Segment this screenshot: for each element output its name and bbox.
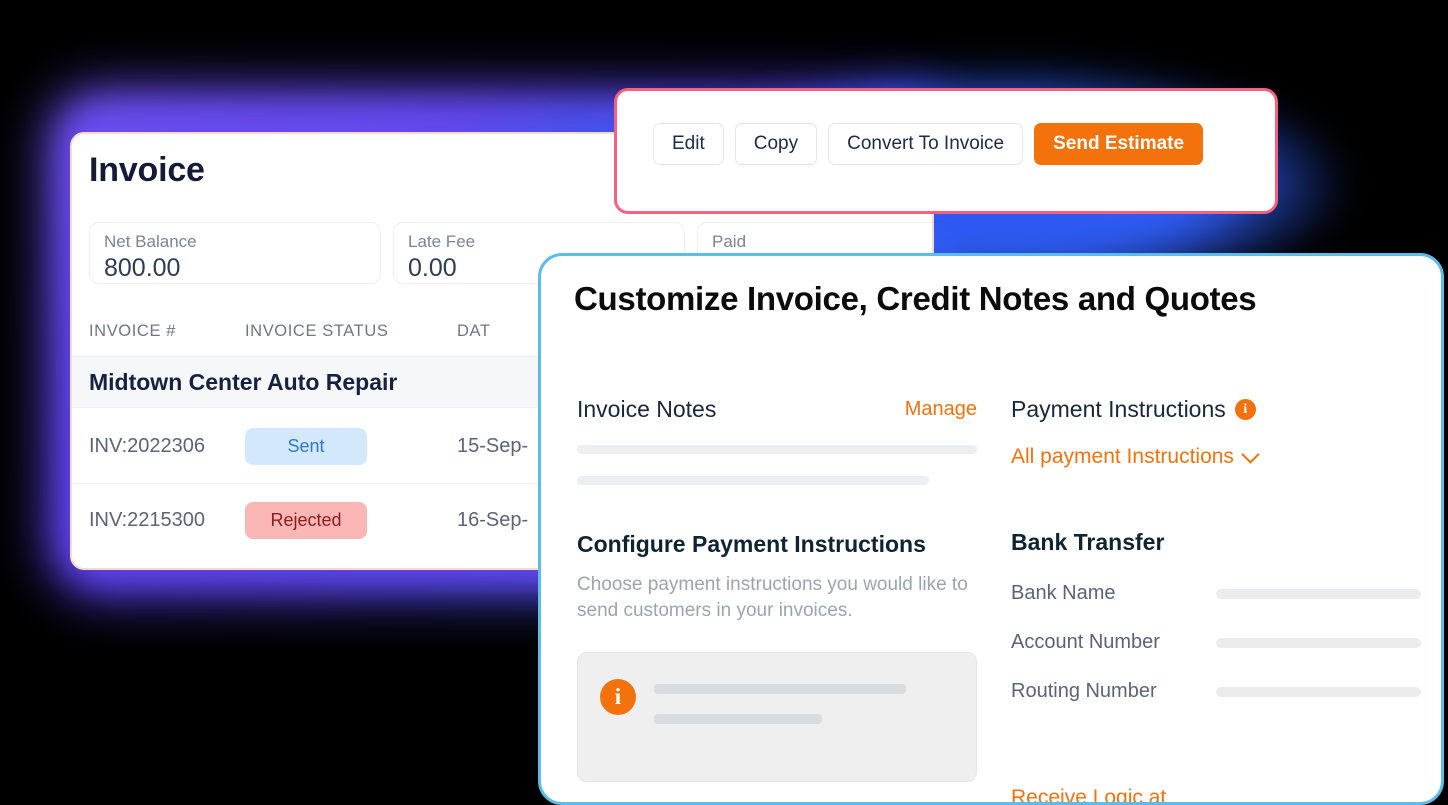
info-icon[interactable]: i [1234,399,1256,420]
panel-bottom-link[interactable]: Receive Logic at [1011,786,1166,802]
convert-to-invoice-button[interactable]: Convert To Invoice [828,123,1024,165]
payment-instructions-title: Payment Instructions [1011,396,1226,422]
status-badge: Sent [245,427,367,465]
copy-button[interactable]: Copy [734,123,818,165]
payment-instructions-select[interactable]: All payment Instructions [1011,444,1421,469]
invoice-notes-title: Invoice Notes [577,396,717,422]
column-header-invoice-number: INVOICE # [89,321,177,340]
chevron-down-icon [1241,444,1260,464]
screenshot-stage: Invoice Net Balance 800.00 Late Fee 0.00… [0,0,1448,805]
panel-left-column: Invoice Notes Manage Configure Payment I… [577,396,977,782]
bank-field-row: Routing Number [1011,680,1421,703]
cell-invoice-number: INV:2215300 [89,509,206,531]
stat-label: Paid [712,232,747,251]
payment-instructions-header: Payment Instructions i [1011,396,1421,423]
stat-value: 800.00 [104,254,181,282]
cell-invoice-number: INV:2022306 [89,434,206,457]
status-badge: Rejected [245,502,367,539]
skeleton-line [654,684,906,694]
bank-name-label: Bank Name [1011,582,1116,604]
payment-instructions-selected-value: All payment Instructions [1011,445,1234,468]
panel-title: Customize Invoice, Credit Notes and Quot… [574,280,1257,317]
panel-right-column: Payment Instructions i All payment Instr… [1011,396,1421,703]
stat-label: Late Fee [408,232,476,251]
group-label: Midtown Center Auto Repair [89,368,398,395]
configure-payment-instructions-title: Configure Payment Instructions [577,531,926,557]
invoice-action-bar: Edit Copy Convert To Invoice Send Estima… [614,88,1278,214]
payment-instruction-info-card: i [577,652,977,782]
send-estimate-button[interactable]: Send Estimate [1034,123,1204,165]
edit-button[interactable]: Edit [653,123,724,165]
page-title: Invoice [89,151,205,189]
routing-number-label: Routing Number [1011,680,1157,702]
cell-invoice-status: Sent [245,427,457,465]
cell-invoice-status: Rejected [245,502,457,539]
stat-card-net-balance: Net Balance 800.00 [89,222,381,284]
column-header-invoice-status: INVOICE STATUS [245,321,389,340]
account-number-label: Account Number [1011,631,1160,653]
routing-number-field[interactable] [1216,686,1421,697]
invoice-notes-skeleton-line [577,445,977,454]
bank-field-row: Bank Name [1011,582,1421,605]
customize-panel: Customize Invoice, Credit Notes and Quot… [538,253,1444,805]
action-buttons-group: Edit Copy Convert To Invoice Send Estima… [617,123,1275,165]
account-number-field[interactable] [1216,637,1421,648]
bank-transfer-title: Bank Transfer [1011,529,1165,555]
bank-field-row: Account Number [1011,631,1421,654]
manage-link[interactable]: Manage [905,398,977,421]
info-icon: i [600,679,636,715]
configure-payment-instructions-description: Choose payment instructions you would li… [577,574,968,621]
invoice-notes-skeleton-line [577,476,929,485]
stat-label: Net Balance [104,232,197,251]
skeleton-line [654,714,822,724]
bank-name-field[interactable] [1216,588,1421,599]
info-card-skeleton [654,679,954,724]
invoice-notes-header: Invoice Notes Manage [577,396,977,423]
